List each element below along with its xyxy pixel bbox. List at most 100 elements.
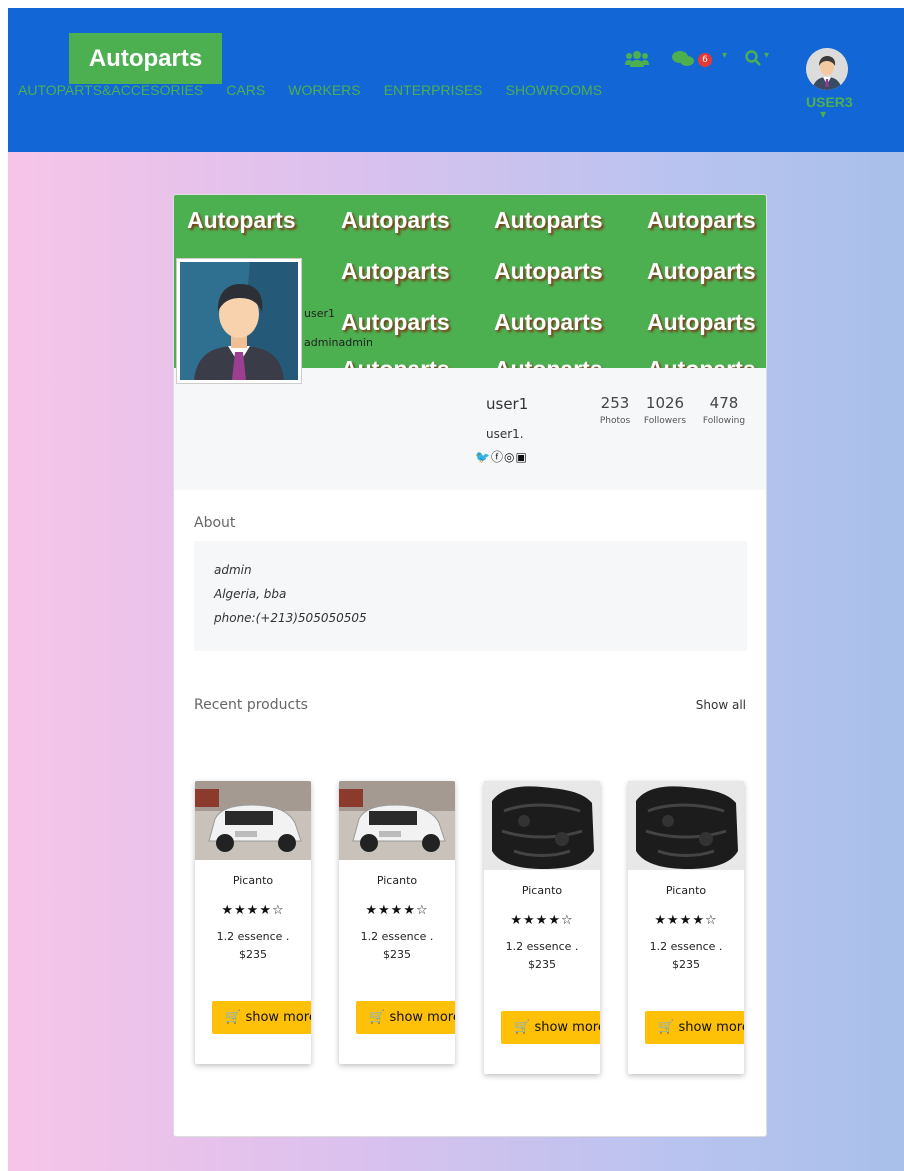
profile-header <box>174 368 766 490</box>
product-image[interactable] <box>195 781 311 860</box>
instagram-icon[interactable]: ◎ <box>504 450 515 464</box>
stat-photos: 253 Photos <box>595 394 635 426</box>
overlay-username: user1 <box>304 307 335 320</box>
about-line: phone:(+213)505050505 <box>214 611 367 625</box>
stat-followers: 1026 Followers <box>640 394 690 426</box>
product-spec: 1.2 essence . <box>649 940 723 953</box>
banner-text: Autoparts <box>494 309 603 335</box>
banner-text: Autoparts <box>647 356 756 368</box>
banner-text: Autoparts <box>494 356 603 368</box>
twitter-icon[interactable]: 🐦 <box>475 450 491 464</box>
about-title: About <box>194 515 236 531</box>
stat-value: 253 <box>600 394 630 412</box>
product-price: $235 <box>672 958 700 971</box>
product-rating: ★★★★☆ <box>221 903 285 918</box>
product-title: Picanto <box>232 874 274 887</box>
product-image[interactable] <box>339 781 455 860</box>
engine-image <box>484 781 600 870</box>
show-all-link[interactable]: Show all <box>696 698 746 712</box>
profile-name: user1 <box>486 395 529 413</box>
banner-text: Autoparts <box>341 258 450 284</box>
about-box: admin Algeria, bba phone:(+213)505050505 <box>194 541 747 651</box>
product-spec: 1.2 essence . <box>360 930 434 943</box>
nav-link-showrooms[interactable]: SHOWROOMS <box>506 82 602 98</box>
show-more-button[interactable]: 🛒 show more <box>212 1001 311 1034</box>
brand-logo[interactable]: Autoparts <box>69 33 222 84</box>
product-card: Picanto ★★★★☆ 1.2 essence . $235 🛒 show m… <box>339 781 455 1064</box>
facebook-icon[interactable]: ⓕ <box>491 450 504 464</box>
product-description: 1.2 essence . $235 <box>339 928 455 964</box>
nav-link-autoparts[interactable]: AUTOPARTS&ACCESORIES <box>18 82 203 98</box>
profile-handle: user1. <box>486 427 524 441</box>
show-more-button[interactable]: 🛒 show more <box>356 1001 455 1034</box>
banner-text: Autoparts <box>494 258 603 284</box>
banner-text: Autoparts <box>647 258 756 284</box>
linkedin-icon[interactable]: ▣ <box>515 450 527 464</box>
product-card: Picanto ★★★★☆ 1.2 essence . $235 🛒 show m… <box>195 781 311 1064</box>
nav-link-enterprises[interactable]: ENTERPRISES <box>384 82 483 98</box>
cart-icon: 🛒 <box>658 1020 675 1035</box>
chevron-down-icon[interactable]: ▾ <box>764 50 769 61</box>
product-description: 1.2 essence . $235 <box>195 928 311 964</box>
show-more-label: show more <box>534 1020 600 1035</box>
product-price: $235 <box>528 958 556 971</box>
cart-icon: 🛒 <box>514 1020 531 1035</box>
product-title: Picanto <box>376 874 418 887</box>
comments-icon[interactable] <box>671 50 695 68</box>
banner-text: Autoparts <box>341 356 450 368</box>
about-line: admin <box>214 563 252 577</box>
profile-picture <box>176 258 302 384</box>
cart-icon: 🛒 <box>369 1010 386 1025</box>
stat-value: 1026 <box>645 394 685 412</box>
banner-text: Autoparts <box>341 309 450 335</box>
show-more-button[interactable]: 🛒 show more <box>501 1011 600 1044</box>
social-links: 🐦ⓕ◎▣ <box>475 448 528 465</box>
banner-text: Autoparts <box>187 207 296 233</box>
product-card: Picanto ★★★★☆ 1.2 essence . $235 🛒 show m… <box>628 781 744 1074</box>
product-price: $235 <box>239 948 267 961</box>
stat-label: Following <box>702 416 746 426</box>
cart-icon: 🛒 <box>225 1010 242 1025</box>
product-title: Picanto <box>521 884 563 897</box>
navbar: Autoparts AUTOPARTS&ACCESORIES CARS WORK… <box>8 8 904 152</box>
stat-value: 478 <box>709 394 739 412</box>
about-line: Algeria, bba <box>214 587 287 601</box>
show-more-label: show more <box>389 1010 455 1025</box>
banner-text: Autoparts <box>647 207 756 233</box>
recent-products-title: Recent products <box>194 697 308 713</box>
users-icon[interactable] <box>625 50 649 68</box>
car-image <box>195 781 311 860</box>
stat-label: Followers <box>643 416 687 426</box>
product-spec: 1.2 essence . <box>216 930 290 943</box>
nav-links: AUTOPARTS&ACCESORIES CARS WORKERS ENTERP… <box>18 80 620 99</box>
chevron-down-icon[interactable]: ▾ <box>722 50 727 61</box>
overlay-subname: adminadmin <box>304 336 373 349</box>
profile-card: Autoparts Autoparts Autoparts Autoparts … <box>173 194 767 1137</box>
search-icon[interactable] <box>745 50 761 66</box>
nav-link-workers[interactable]: WORKERS <box>288 82 360 98</box>
stat-label: Photos <box>599 416 631 426</box>
product-description: 1.2 essence . $235 <box>628 938 744 974</box>
show-more-button[interactable]: 🛒 show more <box>645 1011 744 1044</box>
car-image <box>339 781 455 860</box>
nav-link-cars[interactable]: CARS <box>226 82 265 98</box>
engine-image <box>628 781 744 870</box>
banner-text: Autoparts <box>341 207 450 233</box>
product-image[interactable] <box>484 781 600 870</box>
product-spec: 1.2 essence . <box>505 940 579 953</box>
product-card: Picanto ★★★★☆ 1.2 essence . $235 🛒 show m… <box>484 781 600 1074</box>
banner-text: Autoparts <box>647 309 756 335</box>
product-rating: ★★★★☆ <box>510 913 574 928</box>
user-avatar-icon <box>806 48 848 90</box>
product-image[interactable] <box>628 781 744 870</box>
chevron-down-icon[interactable]: ▼ <box>820 110 826 119</box>
user-menu-label[interactable]: USER3 <box>806 94 853 110</box>
avatar[interactable] <box>806 48 848 90</box>
product-price: $235 <box>383 948 411 961</box>
page: Autoparts AUTOPARTS&ACCESORIES CARS WORK… <box>8 8 904 1171</box>
notification-badge: 6 <box>698 53 712 67</box>
banner-text: Autoparts <box>494 207 603 233</box>
product-rating: ★★★★☆ <box>654 913 718 928</box>
show-more-label: show more <box>245 1010 311 1025</box>
stat-following: 478 Following <box>699 394 749 426</box>
